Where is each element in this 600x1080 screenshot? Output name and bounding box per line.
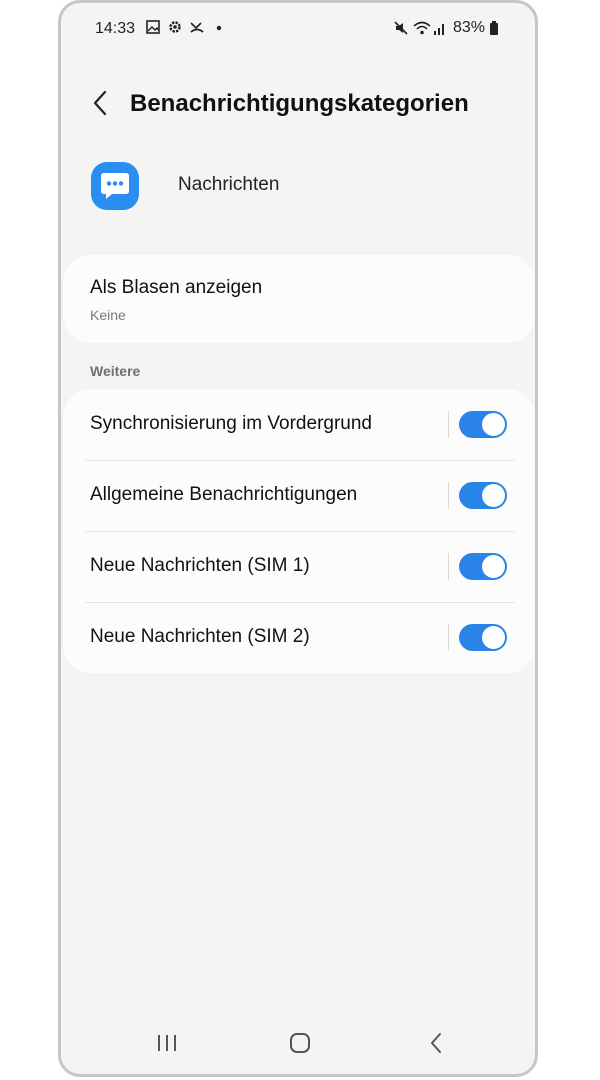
nav-back-button[interactable] — [416, 1032, 456, 1058]
row-divider — [448, 553, 449, 580]
home-button[interactable] — [280, 1032, 320, 1058]
missed-call-icon — [189, 19, 205, 35]
phone-frame: 14:33 83% Benachrichtigungskategorien Na… — [58, 0, 538, 1077]
bubbles-setting-value: Keine — [90, 307, 126, 323]
category-row[interactable]: Allgemeine Benachrichtigungen — [63, 460, 535, 531]
category-row[interactable]: Neue Nachrichten (SIM 2) — [63, 602, 535, 673]
category-toggle[interactable] — [459, 411, 507, 438]
mute-icon — [393, 20, 409, 36]
bubbles-setting[interactable]: Als Blasen anzeigen Keine — [63, 255, 535, 343]
category-list: Synchronisierung im Vordergrund Allgemei… — [63, 389, 535, 673]
row-divider — [448, 482, 449, 509]
category-row[interactable]: Synchronisierung im Vordergrund — [63, 389, 535, 460]
app-name: Nachrichten — [178, 174, 280, 195]
category-toggle[interactable] — [459, 482, 507, 509]
settings-gear-icon — [167, 19, 183, 35]
home-icon — [289, 1032, 311, 1059]
dot-icon — [211, 19, 227, 35]
navigation-bar — [61, 1010, 535, 1074]
toggle-knob — [482, 484, 505, 507]
category-toggle[interactable] — [459, 553, 507, 580]
category-label: Synchronisierung im Vordergrund — [90, 413, 372, 434]
toggle-knob — [482, 626, 505, 649]
bubbles-setting-title: Als Blasen anzeigen — [90, 277, 263, 298]
app-info-row: Nachrichten — [61, 159, 535, 215]
status-system-icons: 83% — [393, 19, 505, 37]
toggle-knob — [482, 555, 505, 578]
chat-bubble-icon — [91, 162, 139, 210]
row-divider — [448, 411, 449, 438]
category-row[interactable]: Neue Nachrichten (SIM 1) — [63, 531, 535, 602]
back-icon — [429, 1032, 443, 1059]
category-toggle[interactable] — [459, 624, 507, 651]
section-header-weitere: Weitere — [90, 363, 141, 379]
wifi-icon — [413, 20, 431, 36]
status-bar: 14:33 83% — [61, 3, 535, 55]
toggle-knob — [482, 413, 505, 436]
chevron-left-icon — [92, 90, 110, 121]
recent-apps-button[interactable] — [147, 1032, 187, 1058]
status-time: 14:33 — [95, 20, 136, 37]
category-label: Allgemeine Benachrichtigungen — [90, 484, 358, 505]
row-divider — [448, 624, 449, 651]
gallery-icon — [145, 19, 161, 35]
recent-apps-icon — [156, 1033, 178, 1058]
back-button[interactable] — [85, 89, 117, 121]
app-bar: Benachrichtigungskategorien — [61, 81, 535, 129]
signal-icon — [433, 20, 449, 36]
page-title: Benachrichtigungskategorien — [130, 90, 469, 117]
category-label: Neue Nachrichten (SIM 1) — [90, 555, 310, 576]
battery-icon — [489, 20, 505, 36]
battery-percent: 83% — [452, 19, 485, 36]
status-notification-icons — [145, 19, 227, 35]
category-label: Neue Nachrichten (SIM 2) — [90, 626, 310, 647]
